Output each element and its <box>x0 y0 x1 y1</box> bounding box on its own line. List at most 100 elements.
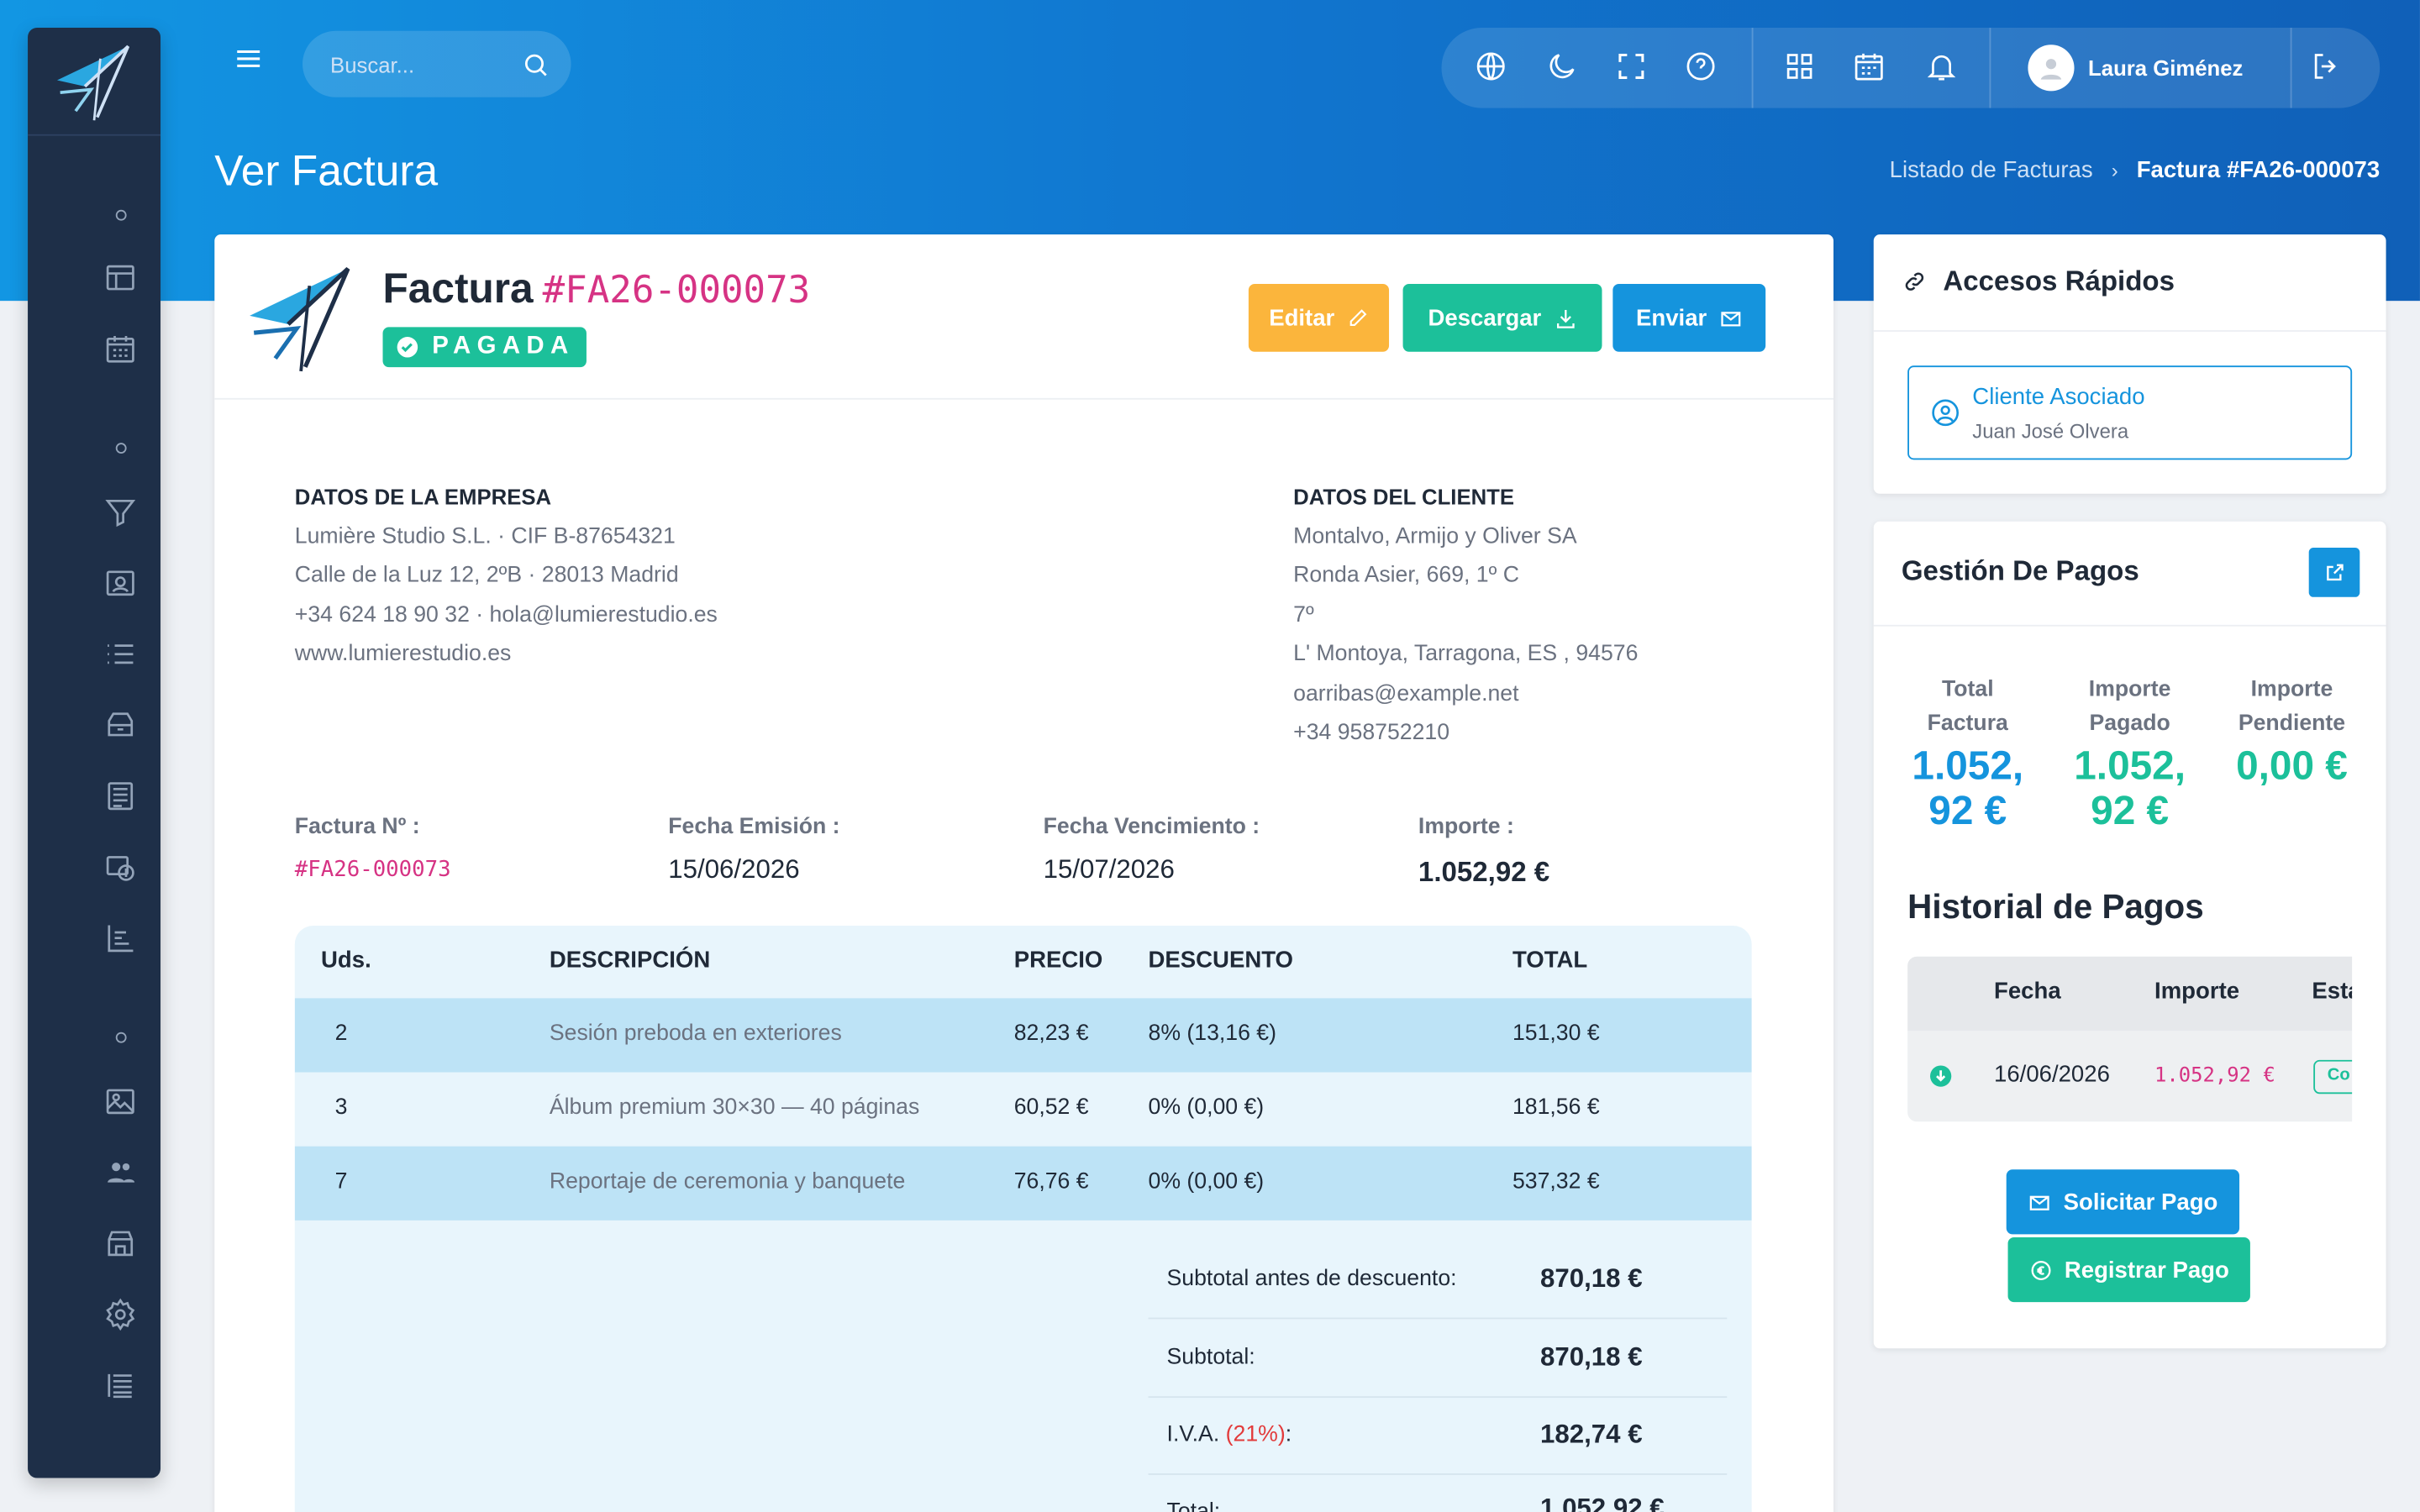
issue-date-value: 15/06/2026 <box>668 854 800 885</box>
history-amount: 1.052,92 € <box>2154 1064 2275 1088</box>
invoice-number: #FA26-000073 <box>542 268 811 312</box>
filter-icon[interactable] <box>103 496 140 533</box>
cell-qty: 7 <box>334 1169 348 1194</box>
toolbar-divider <box>2290 28 2292 108</box>
stat-paid-label-2: Pagado <box>2089 711 2170 737</box>
search-bar <box>302 30 571 97</box>
breadcrumb-parent-link[interactable]: Listado de Facturas <box>1890 157 2093 183</box>
stat-paid-value-2: 92 € <box>2091 786 2170 833</box>
status-badge-label: PAGADA <box>432 333 575 360</box>
table-row: 7 Reportaje de ceremonia y banquete 76,7… <box>294 1146 1752 1221</box>
request-payment-button[interactable]: Solicitar Pago <box>2006 1169 2240 1235</box>
payment-history-header: Fecha Importe Esta <box>1907 956 2353 1031</box>
amount-label: Importe : <box>1418 814 1514 840</box>
company-line: +34 624 18 90 32 · hola@lumierestudio.es <box>294 603 718 628</box>
gear-icon[interactable] <box>103 1298 140 1335</box>
list-icon[interactable] <box>103 638 140 675</box>
edit-button[interactable]: Editar <box>1248 283 1390 352</box>
iva-label-text: I.V.A. <box>1166 1422 1220 1447</box>
gallery-icon[interactable] <box>103 1084 140 1121</box>
edit-button-label: Editar <box>1269 304 1335 331</box>
cell-description: Álbum premium 30×30 — 40 páginas <box>549 1095 920 1121</box>
menu-toggle-icon[interactable] <box>232 43 269 80</box>
toolbar-divider <box>1989 28 1991 108</box>
globe-icon[interactable] <box>1474 50 1511 87</box>
associated-client-label: Cliente Asociado <box>1972 384 2145 411</box>
cell-total: 537,32 € <box>1512 1169 1600 1194</box>
search-input[interactable] <box>330 51 516 76</box>
calendar-grid-icon[interactable] <box>103 332 140 369</box>
billing-icon[interactable] <box>103 850 140 887</box>
subtotal-before-value: 870,18 € <box>1540 1263 1643 1294</box>
document-list-icon[interactable] <box>103 780 140 816</box>
iva-colon: : <box>1285 1422 1292 1447</box>
logout-icon[interactable] <box>2309 50 2346 87</box>
totals-divider <box>1148 1396 1728 1399</box>
contact-card-icon[interactable] <box>103 566 140 603</box>
open-external-button[interactable] <box>2308 548 2360 597</box>
amount-value: 1.052,92 € <box>1418 856 1550 888</box>
history-status-badge: Co <box>2313 1059 2353 1095</box>
company-line: Calle de la Luz 12, 2ºB · 28013 Madrid <box>294 563 679 588</box>
users-icon[interactable] <box>103 1156 140 1193</box>
help-icon[interactable] <box>1684 50 1721 87</box>
subtotal-value: 870,18 € <box>1540 1341 1643 1372</box>
mail-send-icon <box>2029 1194 2049 1210</box>
hierarchy-icon[interactable] <box>103 921 140 958</box>
client-line: Ronda Asier, 669, 1º C <box>1293 563 1519 588</box>
link-icon <box>1905 272 1924 291</box>
totals-divider <box>1148 1317 1728 1320</box>
register-payment-button[interactable]: Registrar Pago <box>2007 1237 2250 1303</box>
download-button[interactable]: Descargar <box>1402 283 1602 352</box>
iva-value: 182,74 € <box>1540 1419 1643 1449</box>
invoice-number-value: #FA26-000073 <box>294 858 451 883</box>
invoice-title: Factura #FA26-000073 <box>383 265 811 313</box>
logo-icon <box>56 44 130 120</box>
calendar-icon[interactable] <box>1852 50 1889 87</box>
register-payment-label: Registrar Pago <box>2064 1256 2229 1284</box>
toolbar-divider <box>1751 28 1754 108</box>
payment-in-icon <box>1930 1065 1952 1087</box>
bell-icon[interactable] <box>1924 50 1961 87</box>
apps-grid-icon[interactable] <box>1782 50 1819 87</box>
client-line: 7º <box>1293 603 1314 628</box>
text-lines-icon[interactable] <box>103 1368 140 1405</box>
history-header-status: Esta <box>2312 978 2352 1005</box>
user-menu[interactable]: Laura Giménez <box>2028 43 2243 92</box>
cell-qty: 2 <box>334 1021 348 1047</box>
layout-icon[interactable] <box>103 260 140 297</box>
quick-access-title: Accesos Rápidos <box>1943 265 2175 297</box>
associated-client-link[interactable]: Cliente Asociado Juan José Olvera <box>1907 365 2353 460</box>
sidebar-logo[interactable] <box>28 28 161 136</box>
company-line: Lumière Studio S.L. · CIF B-87654321 <box>294 524 676 549</box>
table-row: 3 Álbum premium 30×30 — 40 páginas 60,52… <box>295 1073 1752 1147</box>
send-button[interactable]: Enviar <box>1612 283 1766 352</box>
archive-icon[interactable] <box>103 708 140 745</box>
store-icon[interactable] <box>103 1226 140 1263</box>
request-payment-label: Solicitar Pago <box>2063 1189 2218 1215</box>
cell-discount: 0% (0,00 €) <box>1148 1095 1265 1121</box>
moon-icon[interactable] <box>1545 50 1582 87</box>
table-header: Uds. <box>321 947 371 974</box>
stat-paid-value: 1.052, 92 € <box>2053 743 2207 833</box>
client-line: +34 958752210 <box>1293 720 1450 746</box>
table-header: DESCUENTO <box>1148 947 1293 974</box>
fullscreen-icon[interactable] <box>1614 50 1651 87</box>
history-date: 16/06/2026 <box>1994 1061 2110 1088</box>
totals-divider <box>1148 1473 1728 1475</box>
total-value: 1.052,92 € <box>1540 1493 1665 1512</box>
stat-pending-label-2: Pendiente <box>2238 711 2346 737</box>
stat-total-label: Total Factura <box>1891 673 2045 741</box>
stat-total-value-1: 1.052, <box>1912 742 2024 789</box>
sidebar-section-dot <box>115 1032 127 1043</box>
iva-rate: (21%) <box>1225 1422 1286 1447</box>
due-date-value: 15/07/2026 <box>1043 854 1175 885</box>
payment-history-table: Fecha Importe Esta 16/06/2026 1.052,92 €… <box>1907 956 2353 1122</box>
cell-total: 151,30 € <box>1512 1021 1600 1047</box>
table-header: TOTAL <box>1512 947 1588 974</box>
breadcrumb-current: Factura #FA26-000073 <box>2136 157 2381 184</box>
external-link-icon <box>2326 564 2343 581</box>
search-icon[interactable] <box>522 50 550 78</box>
cell-price: 82,23 € <box>1013 1021 1089 1047</box>
payment-history-title: Historial de Pagos <box>1907 887 2204 927</box>
